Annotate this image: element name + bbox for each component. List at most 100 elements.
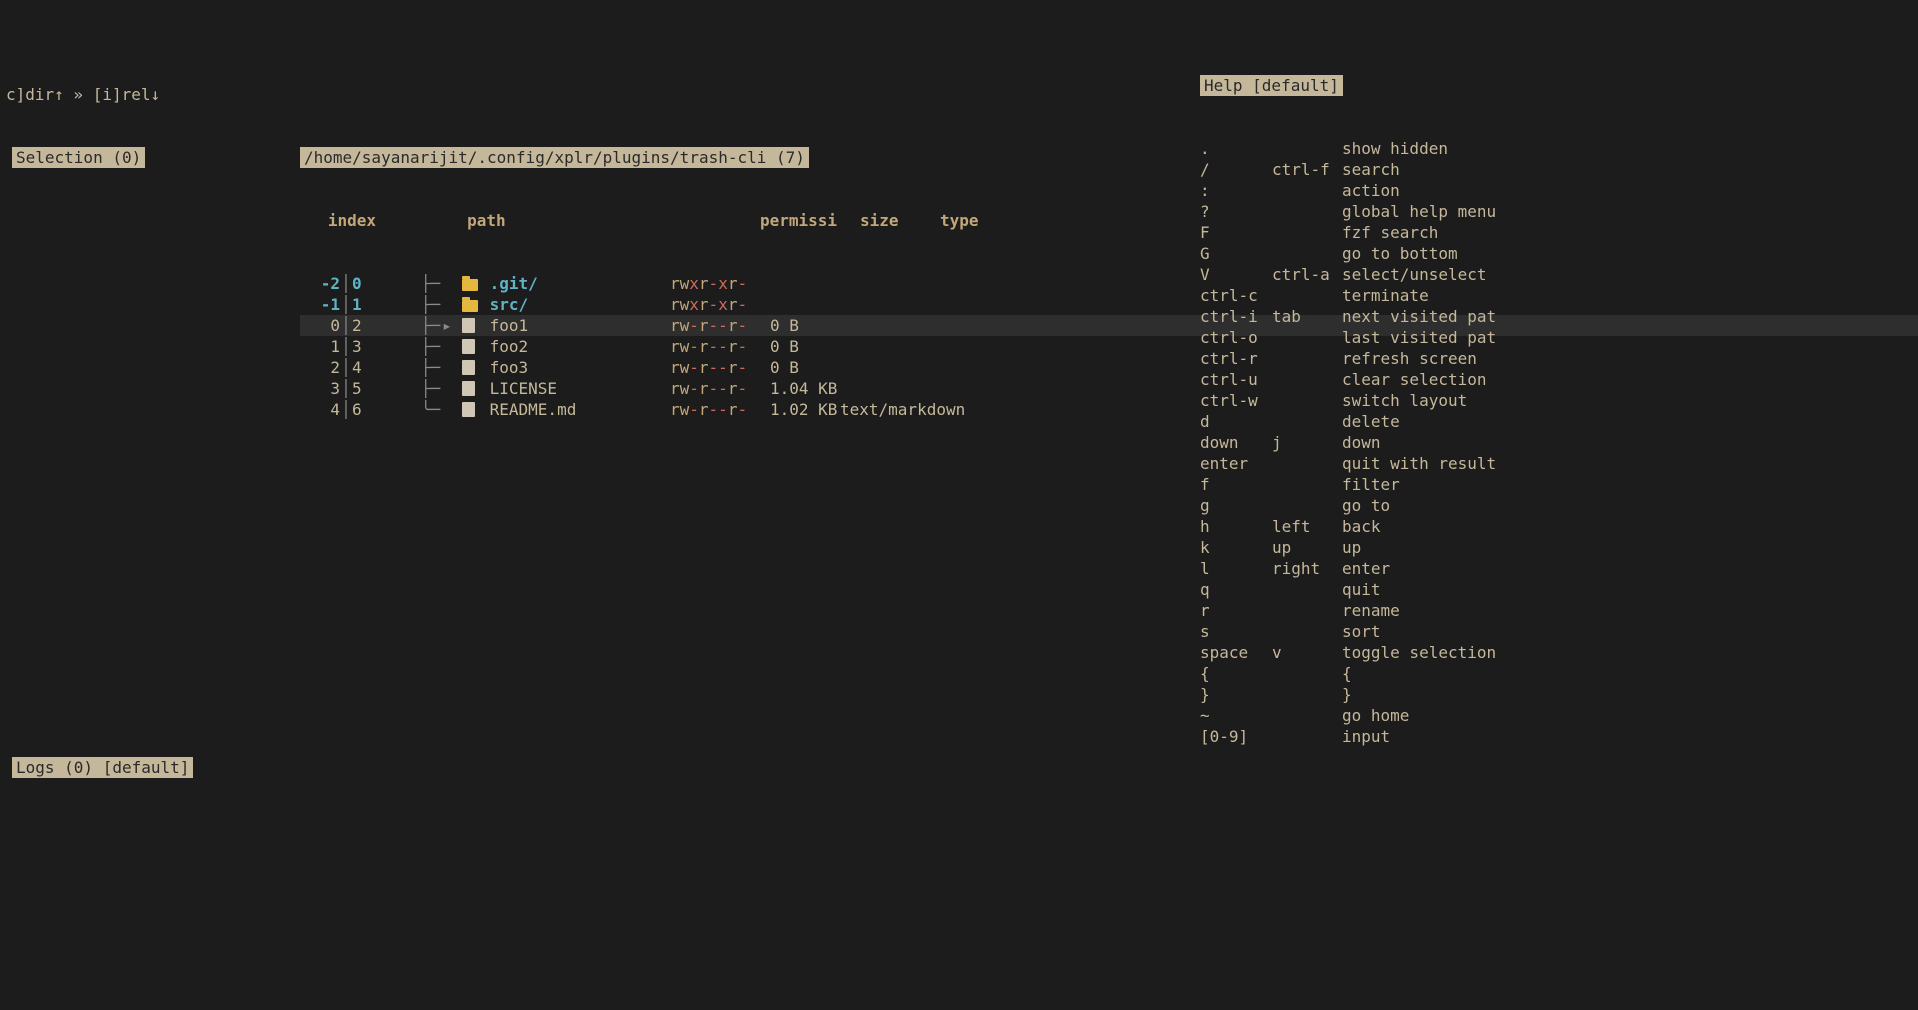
help-key-secondary [1272,453,1342,474]
help-description: delete [1342,411,1512,432]
table-row[interactable]: -1│1 ├─ src/rwxr-xr- [300,294,1918,315]
row-permissions: rwxr-xr- [670,273,770,294]
help-key-secondary: left [1272,516,1342,537]
help-key-secondary [1272,369,1342,390]
help-key-primary: ~ [1200,705,1272,726]
row-abs-index: 3 [352,336,392,357]
help-key-secondary [1272,243,1342,264]
help-key-secondary [1272,726,1342,747]
row-abs-index: 1 [352,294,392,315]
help-entry: ssort [1200,621,1520,642]
help-key-secondary [1272,663,1342,684]
help-key-primary: ctrl-w [1200,390,1272,411]
file-icon [462,399,480,420]
help-key-primary: enter [1200,453,1272,474]
help-description: refresh screen [1342,348,1512,369]
file-table-header: index path permissi size type [0,210,1918,231]
help-key-primary: ctrl-i [1200,306,1272,327]
help-key-primary: ctrl-r [1200,348,1272,369]
help-key-secondary [1272,684,1342,705]
row-permissions: rw-r--r- [670,378,770,399]
table-row[interactable]: 4│6 ╰─ README.mdrw-r--r-1.02 KBtext/mark… [300,399,1918,420]
help-key-primary: q [1200,579,1272,600]
help-entry: ~ go home [1200,705,1520,726]
help-key-primary: r [1200,600,1272,621]
help-description: sort [1342,621,1512,642]
help-key-primary: h [1200,516,1272,537]
tree-branch-icon: ├─ [392,294,442,315]
help-description: input [1342,726,1512,747]
help-key-secondary: v [1272,642,1342,663]
table-row[interactable]: 3│5 ├─ LICENSErw-r--r-1.04 KB [300,378,1918,399]
col-type: type [940,210,1100,231]
help-panel: Help [default] .show hidden/ctrl-fsearch… [1200,33,1520,768]
path-panel-title: /home/sayanarijit/.config/xplr/plugins/t… [300,147,809,168]
help-description: go home [1342,705,1512,726]
help-key-secondary: ctrl-f [1272,159,1342,180]
row-permissions: rw-r--r- [670,315,770,336]
file-table-body[interactable]: -2│0 ├─ .git/rwxr-xr--1│1 ├─ src/rwxr-xr… [0,273,1918,420]
row-mimetype [840,294,1000,315]
help-entry: enterquit with result [1200,453,1520,474]
row-mimetype [840,378,1000,399]
col-size: size [860,210,940,231]
table-row[interactable]: 2│4 ├─ foo3rw-r--r-0 B [300,357,1918,378]
help-key-secondary [1272,222,1342,243]
row-filename: foo1 [480,315,670,336]
help-key-primary: / [1200,159,1272,180]
help-key-secondary [1272,579,1342,600]
help-key-primary: ctrl-u [1200,369,1272,390]
help-key-secondary [1272,474,1342,495]
help-key-secondary [1272,138,1342,159]
help-key-secondary: up [1272,537,1342,558]
help-key-secondary [1272,705,1342,726]
help-entry: r rename [1200,600,1520,621]
row-size: 0 B [770,315,840,336]
tree-branch-icon: ╰─ [392,399,442,420]
row-size: 1.02 KB [770,399,840,420]
help-key-primary: } [1200,684,1272,705]
row-size: 0 B [770,357,840,378]
help-key-secondary [1272,180,1342,201]
cursor-arrow-icon [442,273,462,294]
cursor-arrow-icon [442,294,462,315]
help-description: go to [1342,495,1512,516]
table-row[interactable]: 0│2 ├─▸ foo1rw-r--r-0 B [300,315,1918,336]
help-entry: ctrl-olast visited pat [1200,327,1520,348]
help-key-secondary [1272,390,1342,411]
help-key-primary: [0-9] [1200,726,1272,747]
row-filename: foo2 [480,336,670,357]
help-entry: ffilter [1200,474,1520,495]
help-key-primary: V [1200,264,1272,285]
tree-branch-icon: ├─ [392,315,442,336]
help-entry: ?global help menu [1200,201,1520,222]
help-description: next visited pat [1342,306,1512,327]
help-key-secondary [1272,621,1342,642]
help-key-primary: d [1200,411,1272,432]
help-description: quit [1342,579,1512,600]
help-key-primary: ? [1200,201,1272,222]
help-entry: Ffzf search [1200,222,1520,243]
help-key-secondary [1272,495,1342,516]
help-description: search [1342,159,1512,180]
selection-panel-title: Selection (0) [12,147,145,168]
table-row[interactable]: 1│3 ├─ foo2rw-r--r-0 B [300,336,1918,357]
help-key-secondary: right [1272,558,1342,579]
help-key-primary: : [1200,180,1272,201]
file-icon [462,357,480,378]
row-mimetype: text/markdown [840,399,1000,420]
row-filename: README.md [480,399,670,420]
help-description: action [1342,180,1512,201]
row-size [770,273,840,294]
help-key-primary: F [1200,222,1272,243]
help-description: { [1342,663,1512,684]
help-key-primary: ctrl-c [1200,285,1272,306]
table-row[interactable]: -2│0 ├─ .git/rwxr-xr- [300,273,1918,294]
help-entry: ctrl-r refresh screen [1200,348,1520,369]
help-description: last visited pat [1342,327,1512,348]
help-description: back [1342,516,1512,537]
row-filename: .git/ [480,273,670,294]
row-size: 1.04 KB [770,378,840,399]
folder-icon [462,273,480,294]
help-description: rename [1342,600,1512,621]
